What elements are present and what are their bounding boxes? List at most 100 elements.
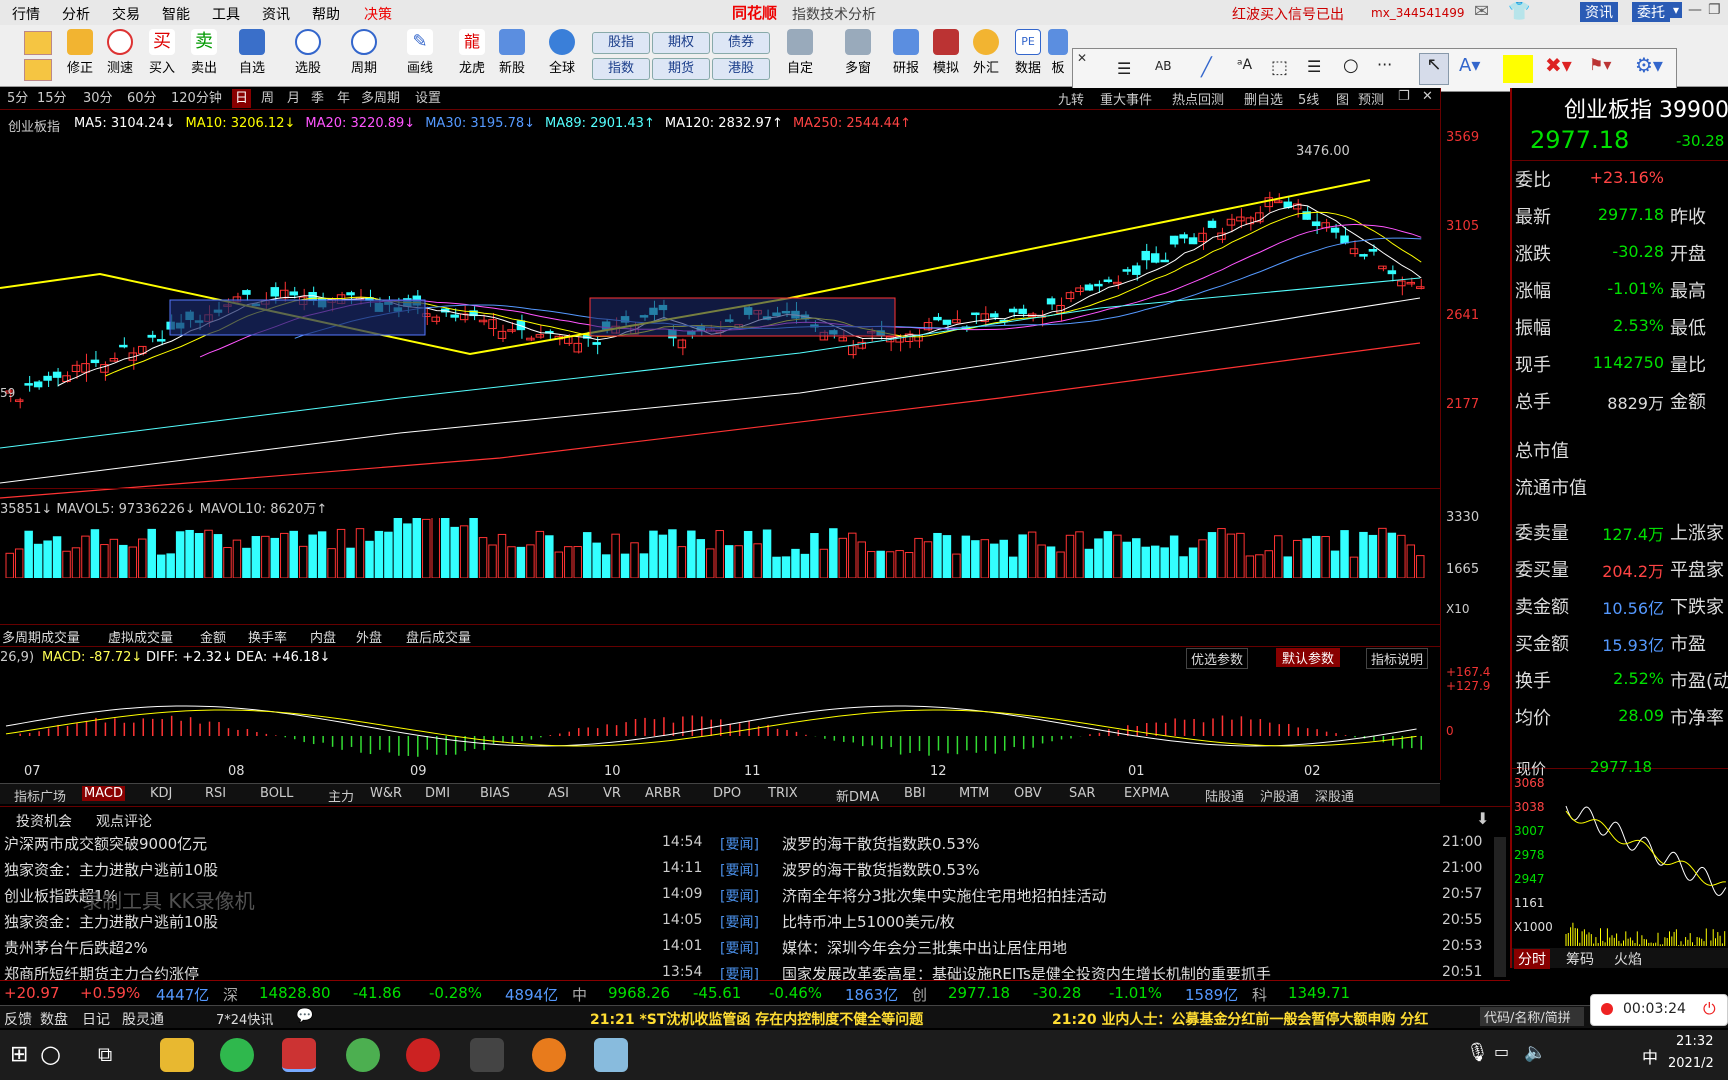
font-color-icon[interactable]: A▾ (1459, 55, 1480, 76)
news-left-item[interactable]: 独家资金：主力进散户逃前10股 (4, 859, 218, 880)
tab-opinion[interactable]: 观点评论 (96, 811, 152, 831)
indicator-tab[interactable]: KDJ (150, 786, 172, 801)
microphone-icon[interactable]: 🎙 (1466, 1042, 1489, 1063)
search-icon[interactable]: ○ (40, 1040, 61, 1068)
tab-investment-opportunities[interactable]: 投资机会 (16, 811, 72, 831)
news-right-item[interactable]: 媒体：深圳今年会分三批集中出让居住用地 (782, 937, 1067, 958)
news-button[interactable]: 资讯 (1580, 2, 1618, 22)
vol-tab-inner[interactable]: 内盘 (310, 627, 336, 646)
pill-futures[interactable]: 期货 (652, 58, 710, 80)
menu-item-trade[interactable]: 交易 (112, 4, 140, 24)
top-btn-remove-watch[interactable]: 删自选 (1244, 89, 1283, 108)
indicator-tab[interactable]: MACD (82, 786, 125, 801)
indicator-tab[interactable]: EXPMA (1124, 786, 1169, 801)
flash-news-1[interactable]: 21:21 *ST沈机收监管函 存在内控制度不健全等问题 (590, 1009, 923, 1029)
pill-hk[interactable]: 港股 (712, 58, 770, 80)
period-multi[interactable]: 多周期 (358, 89, 403, 108)
rect-tool-icon[interactable]: ⬚ (1271, 57, 1288, 78)
chat-icon[interactable]: 💬 (296, 1008, 313, 1024)
vol-tab-amount[interactable]: 金额 (200, 627, 226, 646)
period-5min[interactable]: 5分 (4, 89, 31, 108)
indicator-tab[interactable]: TRIX (768, 786, 798, 801)
toolbar-board-button[interactable]: 板 (1046, 29, 1070, 76)
indicator-tab[interactable]: SAR (1069, 786, 1095, 801)
scrollbar[interactable] (1494, 837, 1506, 977)
minimize-icon[interactable]: — (1688, 2, 1702, 18)
gulingtong-link[interactable]: 股灵通 (122, 1009, 164, 1029)
indicator-tab[interactable]: ARBR (645, 786, 681, 801)
entrust-dropdown-icon[interactable]: ▾ (1670, 2, 1683, 18)
indicator-tab[interactable]: DPO (713, 786, 741, 801)
toolbar-screener-button[interactable]: 选股 (284, 29, 332, 76)
period-30min[interactable]: 30分 (80, 89, 116, 108)
clock-time[interactable]: 21:32 (1676, 1034, 1713, 1049)
fill-color-swatch[interactable] (1503, 55, 1533, 83)
line-tool-icon[interactable]: ╱ (1201, 57, 1212, 78)
tab-flame[interactable]: 火焰 (1614, 949, 1642, 969)
menu-item-smart[interactable]: 智能 (162, 4, 190, 24)
indicator-tab[interactable]: OBV (1014, 786, 1042, 801)
toolbar-forex-button[interactable]: 外汇 (962, 29, 1010, 76)
text-style-icon[interactable]: AB (1155, 59, 1171, 73)
sliders-icon[interactable]: ☰ (1117, 59, 1131, 78)
top-btn-backtest[interactable]: 热点回测 (1172, 89, 1224, 108)
restore-icon[interactable]: ❐ (1708, 2, 1721, 18)
indicator-tab[interactable]: ASI (548, 786, 569, 801)
indicator-tab[interactable]: W&R (370, 786, 402, 801)
period-year[interactable]: 年 (334, 89, 353, 108)
flash-news-2[interactable]: 21:20 业内人士：公募基金分红前一般会暂停大额申购 分红 (1052, 1009, 1428, 1029)
news-right-item[interactable]: 波罗的海干散货指数跌0.53% (782, 833, 980, 854)
recorder-app-icon[interactable] (470, 1038, 504, 1072)
menu-item-info[interactable]: 资讯 (262, 4, 290, 24)
toolbar-sell-button[interactable]: 卖卖出 (180, 29, 228, 76)
tab-chips[interactable]: 筹码 (1566, 949, 1594, 969)
period-day[interactable]: 日 (232, 89, 252, 108)
pill-stock-index[interactable]: 股指 (592, 32, 650, 54)
period-quarter[interactable]: 季 (308, 89, 327, 108)
top-btn-jiuzhuan[interactable]: 九转 (1058, 89, 1084, 108)
indicator-tab[interactable]: 沪股通 (1260, 786, 1299, 805)
vol-tab-multiperiod[interactable]: 多周期成交量 (2, 627, 80, 646)
indicator-tab[interactable]: DMI (425, 786, 450, 801)
indicator-tab[interactable]: RSI (205, 786, 226, 801)
toolbar-watchlist-button[interactable]: 自选 (228, 29, 276, 76)
windows-start-icon[interactable]: ⊞ (10, 1042, 28, 1067)
menu-item-tools[interactable]: 工具 (212, 4, 240, 24)
period-week[interactable]: 周 (258, 89, 277, 108)
news-left-item[interactable]: 沪深两市成交额突破9000亿元 (4, 833, 207, 854)
mail-icon[interactable]: ✉ (1474, 1, 1489, 22)
top-btn-forecast[interactable]: 预测 (1358, 89, 1384, 108)
indicator-tab[interactable]: BBI (904, 786, 926, 801)
wechat-icon[interactable] (220, 1038, 254, 1072)
code-search-input[interactable]: 代码/名称/简拼 (1480, 1007, 1584, 1026)
arrow-up-icon[interactable] (24, 31, 52, 55)
toolbar-ipo-button[interactable]: 新股 (488, 29, 536, 76)
toolbar-period-button[interactable]: 周期 (340, 29, 388, 76)
toolbar-multiwindow-button[interactable]: 多窗 (834, 29, 882, 76)
browser-icon[interactable] (346, 1038, 380, 1072)
bookmark-icon[interactable]: ⚑▾ (1589, 55, 1611, 74)
vol-tab-outer[interactable]: 外盘 (356, 627, 382, 646)
fib-tool-icon[interactable]: ☰ (1307, 57, 1321, 76)
close-icon[interactable]: ✕ (1077, 51, 1087, 65)
news-left-item[interactable]: 独家资金：主力进散户逃前10股 (4, 911, 218, 932)
more-icon[interactable]: ··· (1377, 55, 1392, 74)
circle-tool-icon[interactable]: ○ (1343, 55, 1359, 76)
toolbar-buy-button[interactable]: 买买入 (138, 29, 186, 76)
period-month[interactable]: 月 (284, 89, 303, 108)
kline-chart-area[interactable]: 5分 15分 30分 60分 120分钟 日 周 月 季 年 多周期 设置 九转… (0, 88, 1490, 780)
news-right-item[interactable]: 比特币冲上51000美元/枚 (782, 911, 955, 932)
period-settings[interactable]: 设置 (412, 89, 444, 108)
indicator-tab[interactable]: 指标广场 (14, 786, 66, 805)
indicator-tab[interactable]: 陆股通 (1205, 786, 1244, 805)
shirt-icon[interactable]: 👕 (1508, 1, 1530, 22)
arrow-down-icon[interactable] (24, 59, 52, 81)
input-language[interactable]: 中 (1642, 1044, 1658, 1068)
news-left-item[interactable]: 贵州茅台午后跌超2% (4, 937, 148, 958)
delete-icon[interactable]: ✖▾ (1545, 53, 1572, 77)
entrust-button[interactable]: 委托 (1632, 2, 1670, 22)
indicator-tab[interactable]: BOLL (260, 786, 293, 801)
news-right-item[interactable]: 济南全年将分3批次集中实施住宅用地招拍挂活动 (782, 885, 1107, 906)
menu-item-help[interactable]: 帮助 (312, 4, 340, 24)
volume-icon[interactable]: 🔈 (1524, 1042, 1546, 1063)
